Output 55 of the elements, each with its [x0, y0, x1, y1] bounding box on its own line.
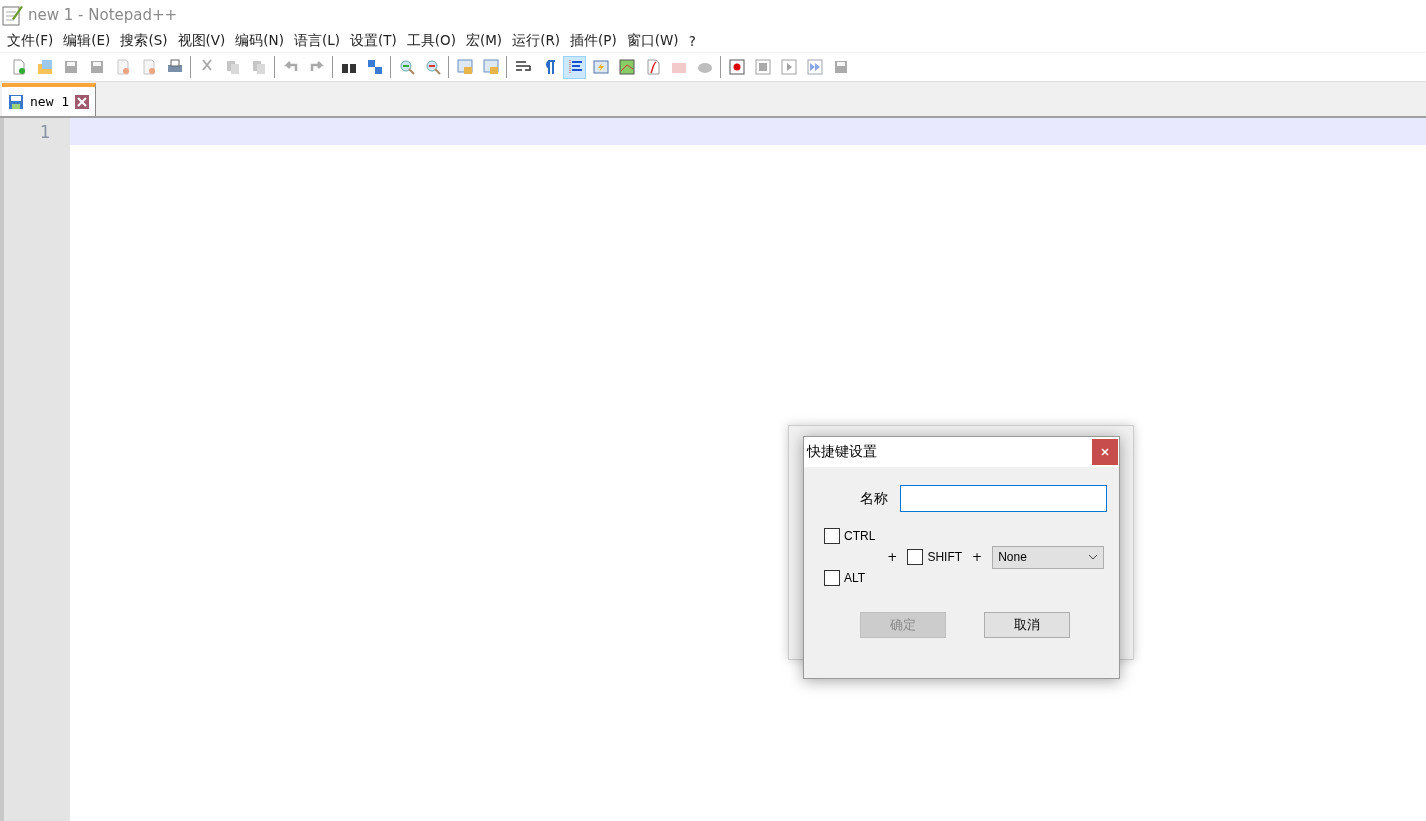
plus-sign: + — [972, 550, 983, 564]
close-icon — [1101, 448, 1109, 456]
new-file-icon — [10, 59, 27, 75]
indent-lines-icon — [566, 59, 583, 75]
name-field[interactable] — [900, 485, 1107, 512]
window-title: new 1 - Notepad++ — [28, 6, 178, 24]
chevron-down-icon — [1088, 554, 1099, 560]
close-all-icon — [140, 59, 157, 75]
name-label: 名称 — [860, 489, 888, 508]
print-icon — [166, 59, 183, 75]
save-icon — [8, 93, 24, 110]
open-folder-icon — [36, 59, 53, 75]
cancel-button[interactable]: 取消 — [984, 612, 1070, 638]
menu-item[interactable]: 插件(P) — [565, 32, 622, 50]
key-dropdown[interactable]: None — [992, 545, 1105, 569]
map-icon — [618, 59, 635, 75]
close-button[interactable] — [1092, 439, 1118, 465]
copy-icon — [224, 59, 241, 75]
menu-item[interactable]: 搜索(S) — [115, 32, 173, 50]
lock-window-icon — [456, 59, 473, 75]
save-macro-icon — [832, 59, 849, 75]
menu-item[interactable]: ? — [683, 33, 701, 49]
menu-item[interactable]: 语言(L) — [288, 32, 345, 50]
zoom-out-icon — [424, 59, 441, 75]
modifier-checkbox[interactable]: ALT — [824, 570, 876, 586]
save-all-icon — [88, 59, 105, 75]
menu-item[interactable]: 设置(T) — [345, 32, 402, 50]
dialog-title: 快捷键设置 — [807, 443, 877, 461]
menu-item[interactable]: 编码(N) — [230, 32, 289, 50]
menu-item[interactable]: 宏(M) — [460, 32, 508, 50]
menu-item[interactable]: 文件(F) — [2, 32, 59, 50]
close-icon[interactable] — [75, 94, 90, 109]
menu-item[interactable]: 窗口(W) — [621, 32, 684, 50]
lock-window-icon — [482, 59, 499, 75]
plus-sign: + — [887, 550, 898, 564]
menu-item[interactable]: 视图(V) — [172, 32, 231, 50]
fast-forward-icon — [806, 59, 823, 75]
play-icon — [780, 59, 797, 75]
zoom-in-icon — [398, 59, 415, 75]
modifier-checkbox[interactable]: SHIFT — [907, 549, 963, 565]
line-number: 1 — [38, 122, 51, 144]
modifier-checkbox[interactable]: CTRL — [824, 528, 876, 544]
close-file-icon — [114, 59, 131, 75]
notepad-icon — [2, 4, 24, 26]
menu-item[interactable]: 运行(R) — [507, 32, 566, 50]
paste-icon — [250, 59, 267, 75]
toolbar-button[interactable] — [563, 55, 586, 79]
file-tab[interactable]: new 1 — [2, 83, 97, 116]
stop-icon — [754, 59, 771, 75]
record-icon — [728, 59, 745, 75]
menu-item[interactable]: 编辑(E) — [58, 32, 116, 50]
function-doc-icon — [644, 59, 661, 75]
lightning-window-icon — [592, 59, 609, 75]
menu-item[interactable]: 工具(O) — [401, 32, 461, 50]
save-icon — [62, 59, 79, 75]
